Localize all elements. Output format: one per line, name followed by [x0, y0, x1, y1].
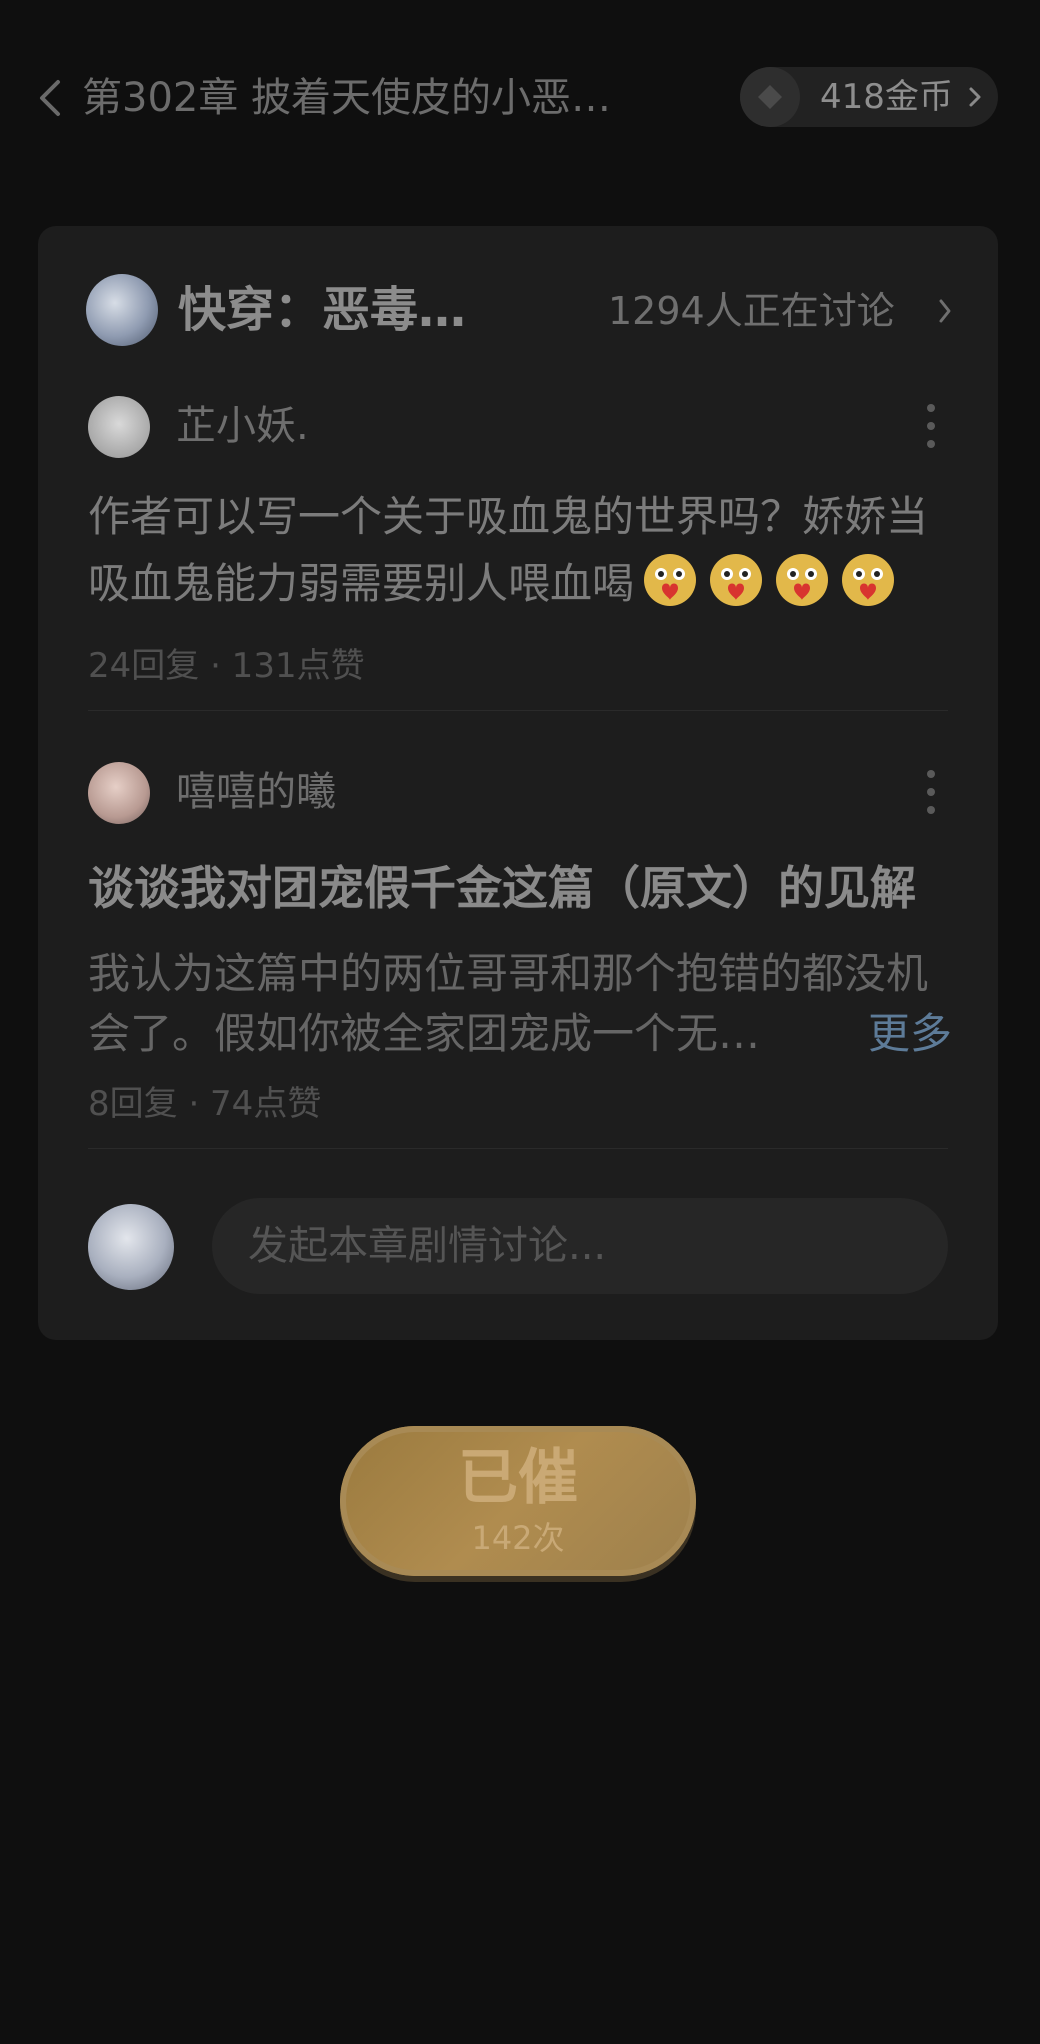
chapter-title: 第302章 披着天使皮的小恶… — [82, 75, 612, 121]
expand-more-link[interactable]: 更多 — [868, 1004, 952, 1064]
urge-label: 已催 — [458, 1443, 578, 1513]
comment-username[interactable]: 嘻嘻的曦 — [176, 764, 336, 820]
heart-hug-emoji-icon — [842, 554, 895, 606]
book-title[interactable]: 快穿：恶毒… — [178, 278, 466, 342]
book-cover-avatar — [86, 274, 158, 346]
chevron-right-icon[interactable] — [938, 298, 952, 324]
my-avatar — [88, 1204, 174, 1290]
chevron-right-icon — [969, 87, 981, 107]
coin-balance-button[interactable]: 418金币 — [740, 67, 998, 127]
heart-hug-emoji-icon — [710, 554, 763, 606]
discussion-count-link[interactable]: 1294人正在讨论 — [608, 286, 895, 336]
top-bar: 第302章 披着天使皮的小恶… 418金币 — [0, 0, 1040, 200]
heart-hug-emoji-icon — [776, 554, 829, 606]
discussion-compose-input[interactable] — [212, 1198, 948, 1294]
heart-hug-emoji-icon — [644, 554, 697, 606]
comment-stats: 8回复 · 74点赞 — [88, 1084, 322, 1124]
avatar[interactable] — [88, 396, 150, 458]
more-vertical-icon[interactable] — [926, 402, 936, 450]
more-vertical-icon[interactable] — [926, 768, 936, 816]
coin-icon — [758, 85, 782, 109]
divider — [88, 710, 948, 711]
urge-update-button[interactable]: 已催 142次 — [340, 1426, 696, 1576]
discussion-card: 快穿：恶毒… 1294人正在讨论 芷小妖. 作者可以写一个关于吸血鬼的世界吗？娇… — [38, 226, 998, 1340]
urge-count: 142次 — [471, 1519, 565, 1557]
chevron-left-icon[interactable] — [36, 78, 64, 118]
coin-badge — [740, 67, 800, 127]
post-title[interactable]: 谈谈我对团宠假千金这篇（原文）的见解 — [88, 856, 988, 920]
comment-stats: 24回复 · 131点赞 — [88, 646, 365, 686]
comment-username[interactable]: 芷小妖. — [176, 398, 309, 454]
coin-balance: 418金币 — [820, 77, 953, 117]
avatar[interactable] — [88, 762, 150, 824]
post-body[interactable]: 我认为这篇中的两位哥哥和那个抱错的都没机会了。假如你被全家团宠成一个无… — [88, 944, 958, 1064]
comment-text[interactable]: 作者可以写一个关于吸血鬼的世界吗？娇娇当吸血鬼能力弱需要别人喂血喝 — [88, 484, 958, 617]
divider — [88, 1148, 948, 1149]
